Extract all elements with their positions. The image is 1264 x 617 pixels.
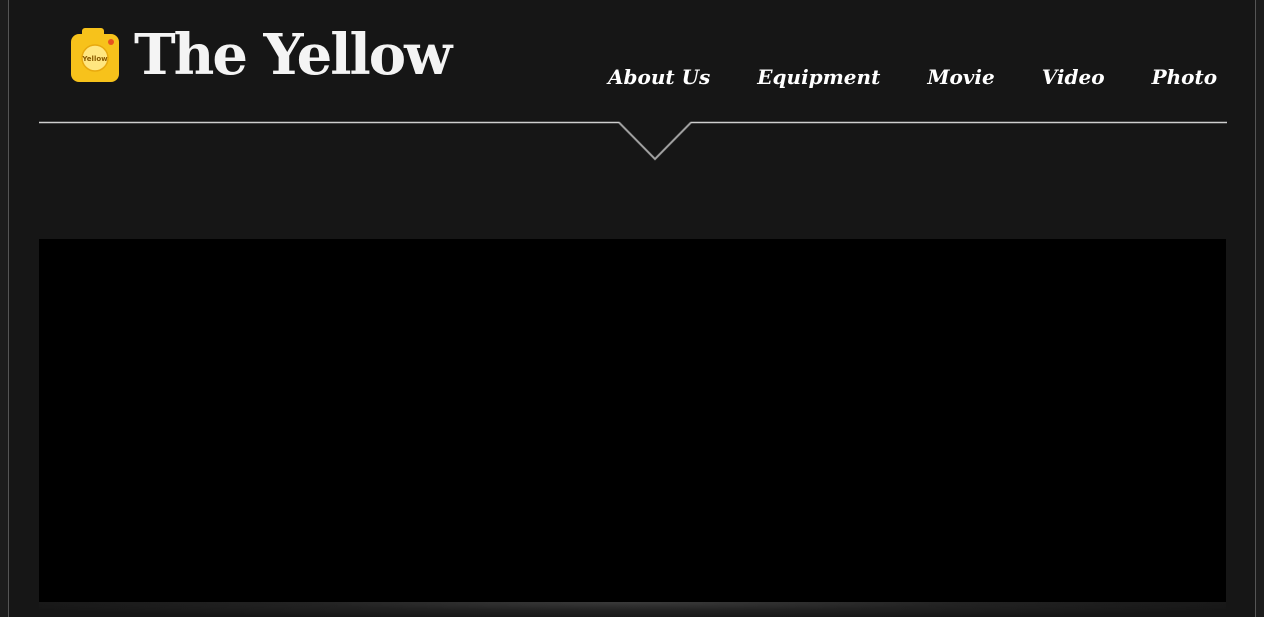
nav-item-movie[interactable]: Movie	[927, 62, 994, 92]
camera-icon: Yellow	[70, 26, 120, 84]
nav-item-about-us[interactable]: About Us	[608, 62, 710, 92]
site-logo[interactable]: Yellow The Yellow	[70, 22, 452, 88]
video-shadow	[39, 602, 1226, 617]
logo-badge-text: Yellow	[81, 55, 108, 63]
nav-item-photo[interactable]: Photo	[1152, 62, 1218, 92]
video-player[interactable]	[39, 239, 1226, 602]
main-nav: About Us Equipment Movie Video Photo	[608, 62, 1217, 92]
nav-item-video[interactable]: Video	[1042, 62, 1105, 92]
site-title: The Yellow	[134, 22, 452, 88]
header-divider	[39, 121, 1227, 161]
chevron-down-icon	[618, 121, 692, 161]
nav-item-equipment[interactable]: Equipment	[757, 62, 880, 92]
